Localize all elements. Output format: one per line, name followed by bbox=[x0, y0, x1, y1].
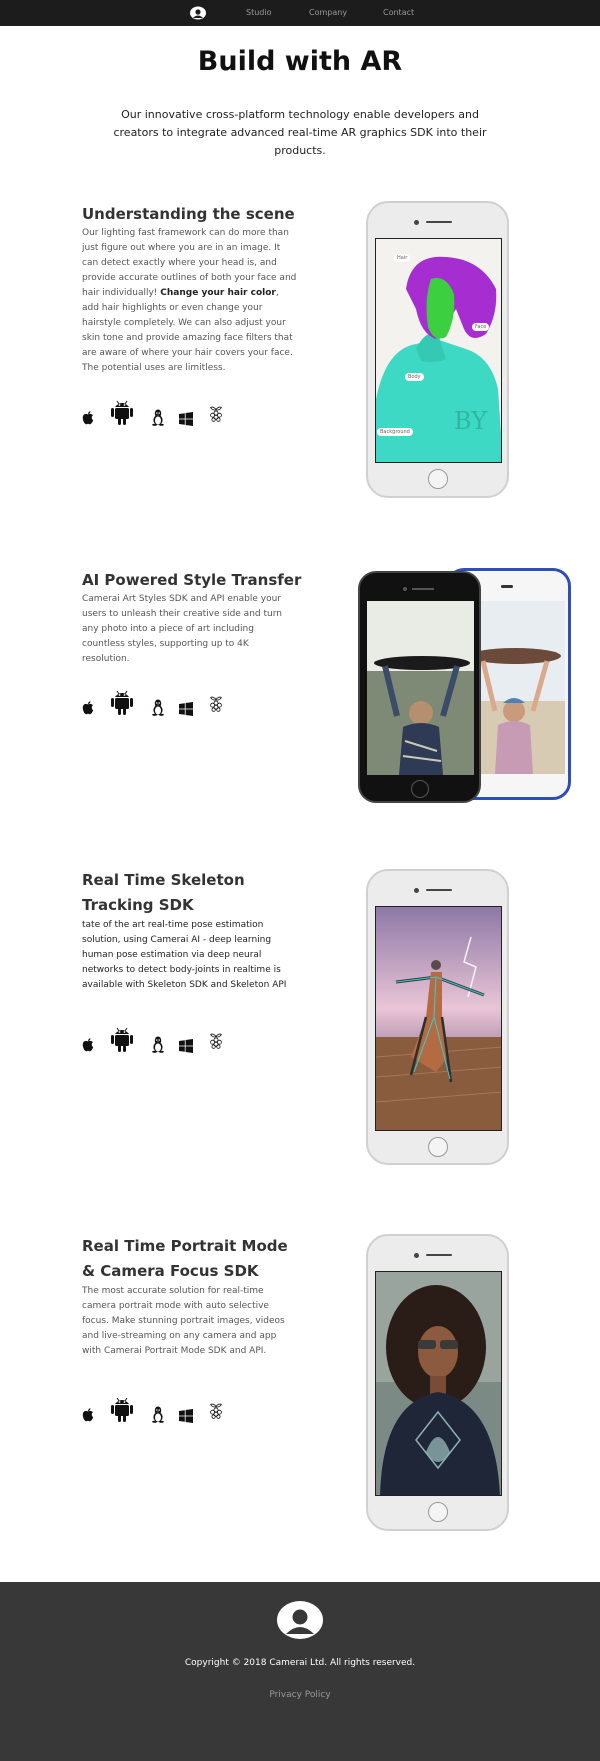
platform-icons bbox=[82, 1395, 242, 1425]
windows-icon bbox=[179, 1038, 193, 1057]
apple-icon bbox=[82, 700, 94, 719]
section-body: The most accurate solution for real-time… bbox=[82, 1286, 285, 1356]
nav-link-company[interactable]: Company bbox=[309, 0, 347, 26]
phone-camera bbox=[414, 220, 419, 225]
apple-icon bbox=[82, 1407, 94, 1426]
phone-speaker bbox=[426, 221, 452, 223]
footer: Copyright © 2018 Camerai Ltd. All rights… bbox=[0, 1582, 600, 1761]
label-background: Background bbox=[377, 428, 413, 436]
phone-speaker bbox=[501, 585, 513, 588]
phone-home-button bbox=[411, 780, 429, 798]
skeleton-image bbox=[376, 907, 501, 1130]
phone-mockup-segmentation: BY Hair Face Body Background bbox=[366, 201, 509, 498]
segmentation-screen: BY Hair Face Body Background bbox=[375, 238, 502, 463]
android-icon bbox=[110, 398, 134, 430]
raspberry-pi-icon bbox=[209, 696, 223, 717]
phone-mockup-skeleton bbox=[366, 869, 509, 1165]
phone-camera bbox=[414, 888, 419, 893]
linux-icon bbox=[151, 1036, 165, 1057]
platform-icons bbox=[82, 688, 242, 718]
section-title: Real Time Skeleton Tracking SDK bbox=[82, 871, 245, 914]
apple-icon bbox=[82, 1037, 94, 1056]
nav-link-studio[interactable]: Studio bbox=[246, 0, 271, 26]
camerai-logo-icon[interactable] bbox=[276, 1600, 324, 1640]
android-icon bbox=[110, 1025, 134, 1057]
camerai-logo-icon[interactable] bbox=[190, 6, 206, 20]
phone-home-button bbox=[428, 469, 448, 489]
linux-icon bbox=[151, 1406, 165, 1427]
styled-photo bbox=[367, 601, 474, 775]
linux-icon bbox=[151, 409, 165, 430]
phone-speaker bbox=[426, 1254, 452, 1256]
top-nav-bar: Studio Company Contact bbox=[0, 0, 600, 26]
platform-icons bbox=[82, 1025, 242, 1055]
raspberry-pi-icon bbox=[209, 1033, 223, 1054]
phone-mockup-styled bbox=[358, 571, 481, 803]
label-body: Body bbox=[405, 373, 424, 381]
phone-mockup-portrait bbox=[366, 1234, 509, 1531]
skeleton-screen bbox=[375, 906, 502, 1131]
linux-icon bbox=[151, 699, 165, 720]
highlight-text: Change your hair color bbox=[160, 288, 276, 298]
raspberry-pi-icon bbox=[209, 406, 223, 427]
label-hair: Hair bbox=[394, 254, 411, 262]
portrait-screen bbox=[375, 1271, 502, 1496]
section-title: Understanding the scene bbox=[82, 205, 295, 223]
phone-home-button bbox=[428, 1137, 448, 1157]
android-icon bbox=[110, 1395, 134, 1427]
section-body: tate of the art real-time pose estimatio… bbox=[82, 920, 287, 990]
label-face: Face bbox=[472, 323, 490, 331]
raspberry-pi-icon bbox=[209, 1403, 223, 1424]
phone-speaker bbox=[412, 588, 434, 590]
copyright-text: Copyright © 2018 Camerai Ltd. All rights… bbox=[184, 1658, 416, 1668]
page-title: Build with AR bbox=[197, 46, 403, 77]
phone-speaker bbox=[426, 889, 452, 891]
phone-home-button bbox=[428, 1502, 448, 1522]
windows-icon bbox=[179, 411, 193, 430]
privacy-policy-link[interactable]: Privacy Policy bbox=[0, 1690, 600, 1700]
windows-icon bbox=[179, 1408, 193, 1427]
nav-link-contact[interactable]: Contact bbox=[383, 0, 414, 26]
portrait-image bbox=[376, 1272, 501, 1495]
platform-icons bbox=[82, 398, 242, 428]
android-icon bbox=[110, 688, 134, 720]
section-title: Real Time Portrait Mode & Camera Focus S… bbox=[82, 1237, 288, 1280]
section-body: Camerai Art Styles SDK and API enable yo… bbox=[82, 594, 282, 664]
section-body: Our lighting fast framework can do more … bbox=[82, 228, 297, 373]
hero-subtitle: Our innovative cross-platform technology… bbox=[113, 108, 487, 157]
svg-text:BY: BY bbox=[454, 407, 488, 435]
windows-icon bbox=[179, 701, 193, 720]
section-title: AI Powered Style Transfer bbox=[82, 571, 302, 589]
phone-camera bbox=[414, 1253, 419, 1258]
phone-camera bbox=[403, 587, 407, 591]
apple-icon bbox=[82, 410, 94, 429]
